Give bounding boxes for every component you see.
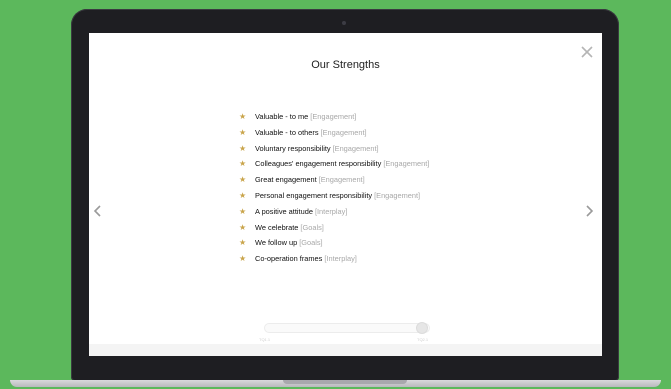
list-item: ★ Voluntary responsibility [Engagement] (239, 141, 429, 157)
star-icon: ★ (239, 206, 247, 216)
strength-name: A positive attitude (255, 206, 313, 216)
star-icon: ★ (239, 143, 247, 153)
strength-category: [Engagement] (383, 159, 430, 169)
close-icon[interactable] (580, 45, 594, 59)
star-icon: ★ (239, 175, 247, 185)
list-item: ★ We follow up [Goals] (239, 235, 429, 251)
star-icon: ★ (239, 190, 247, 200)
strength-name: We follow up (255, 238, 298, 248)
strengths-modal: Our Strengths ★ Valuable - to me [Engage… (89, 33, 602, 356)
strength-category: [Interplay] (324, 254, 357, 264)
strength-category: [Engagement] (374, 190, 421, 200)
screen-bottom-bar (89, 344, 602, 356)
star-icon: ★ (239, 254, 247, 264)
list-item: ★ A positive attitude [Interplay] (239, 204, 429, 220)
star-icon: ★ (239, 222, 247, 232)
strength-name: Valuable - to me (255, 112, 309, 121)
list-item: ★ Co-operation frames [Interplay] (239, 251, 429, 267)
timeline-start-label: TQ1.1 (259, 337, 271, 342)
strength-name: Personal engagement responsibility (255, 190, 373, 200)
camera-icon (342, 21, 346, 25)
list-item: ★ Great engagement [Engagement] (239, 172, 429, 188)
chevron-right-icon[interactable] (583, 203, 595, 219)
strength-name: Colleagues' engagement responsibility (255, 159, 382, 169)
star-icon: ★ (239, 159, 247, 169)
modal-title: Our Strengths (311, 59, 380, 71)
list-item: ★ Valuable - to me [Engagement] (239, 109, 429, 125)
star-icon: ★ (239, 238, 247, 248)
list-item: ★ Valuable - to others [Engagement] (239, 125, 429, 141)
strength-category: [Engagement] (332, 143, 379, 153)
timeline-slider-track[interactable] (264, 323, 430, 333)
strength-name: We celebrate (255, 222, 299, 232)
strength-category: [Engagement] (310, 112, 357, 121)
strength-name: Great engagement (255, 175, 317, 185)
strength-category: [Interplay] (314, 206, 348, 216)
star-icon: ★ (239, 127, 247, 137)
strength-category: [Goals] (300, 222, 324, 232)
star-icon: ★ (239, 112, 247, 121)
strength-category: [Goals] (299, 238, 323, 248)
list-item: ★ Colleagues' engagement responsibility … (239, 156, 429, 172)
timeline-end-label: TQ2.1 (417, 337, 429, 342)
list-item: ★ We celebrate [Goals] (239, 220, 429, 236)
timeline-slider-handle[interactable] (416, 322, 428, 334)
strength-category: [Engagement] (320, 127, 367, 137)
strength-category: [Engagement] (318, 175, 365, 185)
strength-name: Co-operation frames (255, 254, 323, 264)
strength-name: Voluntary responsibility (255, 143, 331, 153)
chevron-left-icon[interactable] (92, 203, 104, 219)
strength-name: Valuable - to others (255, 127, 319, 137)
laptop-notch (283, 380, 407, 384)
list-item: ★ Personal engagement responsibility [En… (239, 188, 429, 204)
strengths-list: ★ Valuable - to me [Engagement] ★ Valuab… (239, 109, 429, 267)
